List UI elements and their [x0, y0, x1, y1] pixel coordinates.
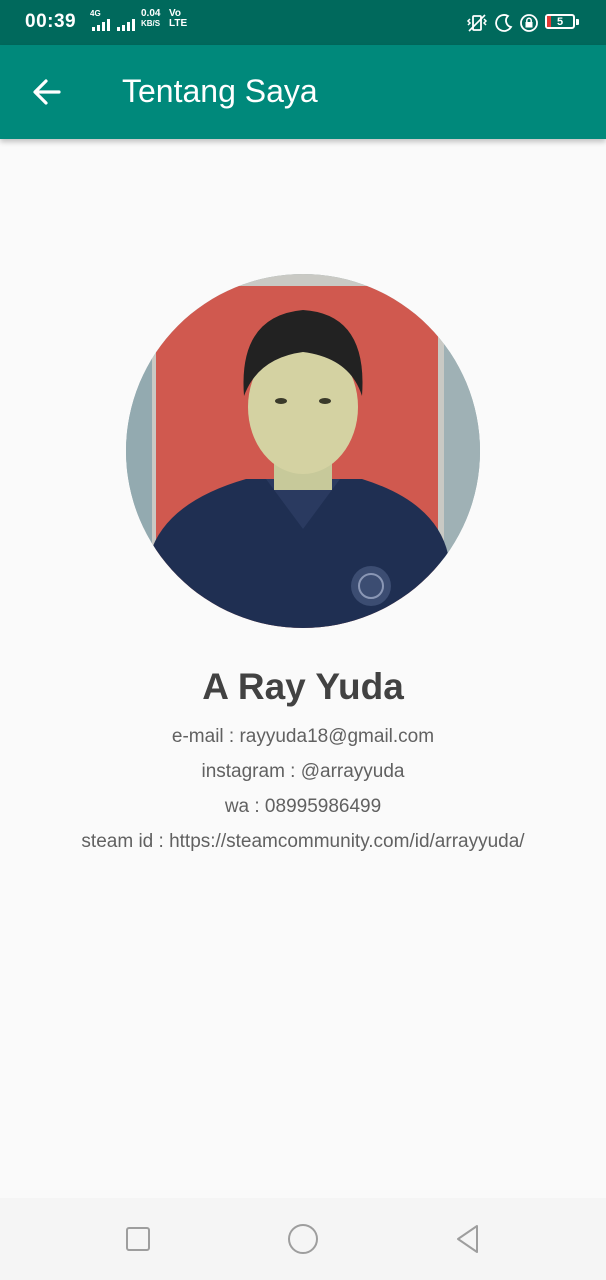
data-speed: 0.04 KB/S: [141, 9, 160, 29]
data-speed-value: 0.04: [141, 8, 161, 19]
recents-square-icon: [126, 1227, 150, 1251]
volte-bottom: LTE: [169, 18, 188, 29]
signal-icon: [92, 19, 110, 31]
volte-indicator: Vo LTE: [169, 9, 187, 29]
back-triangle-icon: [457, 1225, 478, 1253]
home-button[interactable]: [263, 1198, 343, 1280]
steam-info: steam id : https://steamcommunity.com/id…: [81, 831, 525, 852]
status-bar: 00:39 4G 0.04 KB/S Vo LTE 5: [0, 0, 606, 45]
signal-icon: [117, 19, 135, 31]
battery-icon: 5: [545, 14, 575, 29]
recents-button[interactable]: [98, 1198, 178, 1280]
home-circle-icon: [288, 1224, 318, 1254]
instagram-info: instagram : @arrayyuda: [201, 761, 405, 782]
profile-photo: [126, 274, 480, 628]
moon-icon: [494, 0, 514, 45]
email-info: e-mail : rayyuda18@gmail.com: [171, 726, 435, 747]
status-time: 00:39: [25, 11, 77, 32]
whatsapp-info: wa : 08995986499: [224, 796, 382, 817]
battery-tip: [576, 19, 579, 25]
page-title: Tentang Saya: [122, 73, 318, 109]
network-type: 4G: [90, 9, 101, 18]
arrow-back-icon: [33, 79, 61, 105]
system-back-button[interactable]: [428, 1198, 508, 1280]
app-bar: Tentang Saya: [0, 45, 606, 139]
profile-name: A Ray Yuda: [202, 666, 404, 707]
system-nav-bar: [0, 1198, 606, 1280]
back-button[interactable]: [22, 67, 72, 117]
vibrate-icon: [465, 0, 489, 45]
battery-level: 5: [556, 15, 564, 28]
data-speed-unit: KB/S: [141, 19, 161, 28]
lock-rotation-icon: [519, 0, 539, 45]
